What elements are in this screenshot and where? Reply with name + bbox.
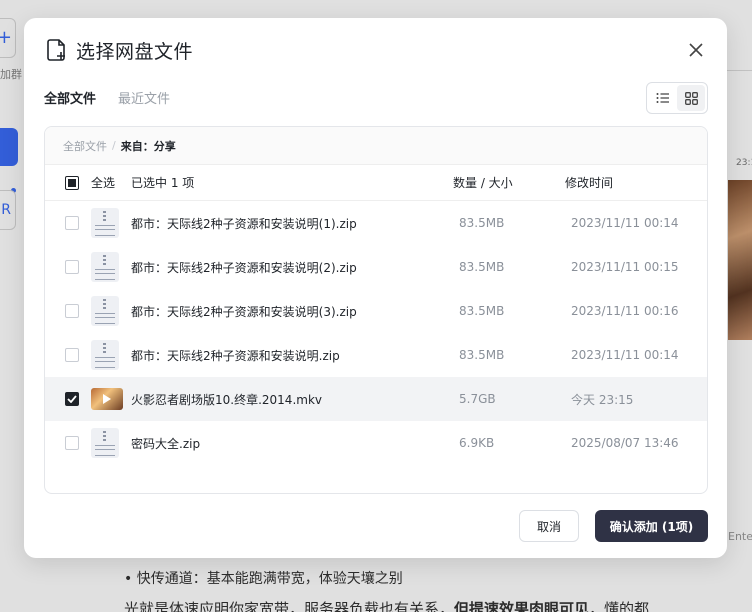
- dialog-title: 选择网盘文件: [76, 40, 194, 63]
- select-all-label[interactable]: 全选: [91, 174, 115, 191]
- file-size: 6.9KB: [459, 436, 495, 450]
- file-size: 5.7GB: [459, 392, 496, 406]
- view-toggle: [646, 82, 708, 114]
- close-button[interactable]: [684, 38, 708, 62]
- list-view-button[interactable]: [649, 85, 677, 111]
- check-icon: [67, 395, 77, 403]
- zip-file-icon: [91, 296, 121, 326]
- breadcrumb-root[interactable]: 全部文件: [63, 138, 107, 154]
- file-time: 2023/11/11 00:14: [571, 348, 679, 362]
- breadcrumb: 全部文件 / 来自：分享: [45, 127, 707, 165]
- file-row[interactable]: 都市：天际线2种子资源和安装说明.zip 83.5MB 2023/11/11 0…: [45, 333, 707, 377]
- file-row[interactable]: 都市：天际线2种子资源和安装说明(3).zip 83.5MB 2023/11/1…: [45, 289, 707, 333]
- zip-file-icon: [91, 428, 121, 458]
- file-name: 都市：天际线2种子资源和安装说明(3).zip: [131, 304, 357, 319]
- close-icon: [689, 43, 703, 57]
- grid-view-button[interactable]: [677, 85, 705, 111]
- file-name: 都市：天际线2种子资源和安装说明.zip: [131, 348, 340, 363]
- file-time: 2025/08/07 13:46: [571, 436, 679, 450]
- list-header: 全选 已选中 1 项 数量 / 大小 修改时间: [45, 165, 707, 201]
- file-add-icon: [46, 38, 68, 62]
- file-row[interactable]: 密码大全.zip 6.9KB 2025/08/07 13:46: [45, 421, 707, 465]
- video-thumbnail: [91, 384, 123, 414]
- file-checkbox[interactable]: [65, 436, 79, 450]
- file-time: 2023/11/11 00:14: [571, 216, 679, 230]
- breadcrumb-current: 来自：分享: [120, 139, 176, 153]
- confirm-add-button[interactable]: 确认添加 (1项): [595, 510, 708, 542]
- file-time: 2023/11/11 00:16: [571, 304, 679, 318]
- tab-bar: 全部文件 最近文件: [44, 88, 170, 107]
- play-icon: [103, 394, 111, 404]
- file-checkbox-checked[interactable]: [65, 392, 79, 406]
- file-name: 火影忍者剧场版10.终章.2014.mkv: [131, 392, 322, 407]
- file-checkbox[interactable]: [65, 304, 79, 318]
- file-size: 83.5MB: [459, 304, 505, 318]
- file-checkbox[interactable]: [65, 260, 79, 274]
- size-column-header: 数量 / 大小: [453, 176, 513, 190]
- file-time: 2023/11/11 00:15: [571, 260, 679, 274]
- file-row-selected[interactable]: 火影忍者剧场版10.终章.2014.mkv 5.7GB 今天 23:15: [45, 377, 707, 421]
- zip-file-icon: [91, 340, 121, 370]
- file-row[interactable]: 都市：天际线2种子资源和安装说明(2).zip 83.5MB 2023/11/1…: [45, 245, 707, 289]
- file-list-panel: 全部文件 / 来自：分享 全选 已选中 1 项 数量 / 大小 修改时间 都市：…: [44, 126, 708, 494]
- list-icon: [656, 93, 669, 103]
- tab-all-files[interactable]: 全部文件: [44, 88, 96, 107]
- file-row[interactable]: 都市：天际线2种子资源和安装说明(1).zip 83.5MB 2023/11/1…: [45, 201, 707, 245]
- file-name: 都市：天际线2种子资源和安装说明(2).zip: [131, 260, 357, 275]
- time-column-header: 修改时间: [565, 176, 614, 190]
- file-checkbox[interactable]: [65, 348, 79, 362]
- select-all-checkbox[interactable]: [65, 176, 79, 190]
- file-size: 83.5MB: [459, 348, 505, 362]
- file-size: 83.5MB: [459, 216, 505, 230]
- file-time: 今天 23:15: [571, 392, 634, 407]
- zip-file-icon: [91, 208, 121, 238]
- file-name: 密码大全.zip: [131, 436, 201, 451]
- tab-recent-files[interactable]: 最近文件: [118, 88, 170, 107]
- breadcrumb-separator: /: [112, 139, 116, 152]
- zip-file-icon: [91, 252, 121, 282]
- grid-icon: [684, 91, 698, 105]
- file-size: 83.5MB: [459, 260, 505, 274]
- file-name: 都市：天际线2种子资源和安装说明(1).zip: [131, 216, 357, 231]
- file-checkbox[interactable]: [65, 216, 79, 230]
- selected-count: 已选中 1 项: [131, 176, 195, 190]
- cancel-button[interactable]: 取消: [519, 510, 579, 542]
- select-file-dialog: 选择网盘文件 全部文件 最近文件 全部文件 / 来自：分享 全选 已选中 1 项…: [24, 18, 727, 558]
- dialog-header: 选择网盘文件: [46, 36, 193, 64]
